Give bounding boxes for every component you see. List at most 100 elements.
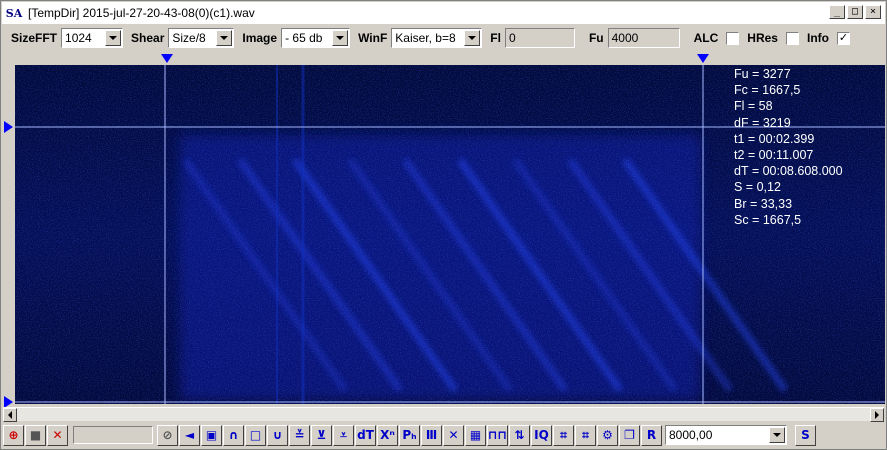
pulse-icon: ⊓⊓: [487, 428, 508, 442]
r-icon: R: [646, 428, 657, 442]
speaker-button[interactable]: ◄: [179, 424, 200, 446]
gear-button[interactable]: ⚙: [597, 424, 618, 446]
tool-buttons: ⊘ ◄ ▣ ∩ □ ∪ ≚ ⊻ ⩡ dT Xⁿ Pₕ Ⅲ ✕ ▦ ⊓⊓ ⇅ IQ ⌗ ⌗ ⚙ ❐ R: [157, 424, 663, 446]
time-ruler[interactable]: [15, 53, 885, 65]
info-line: dF = 3219: [734, 115, 791, 130]
horizontal-scrollbar[interactable]: [3, 407, 884, 422]
pattern-b-button[interactable]: ⌗: [575, 424, 596, 446]
minimize-button[interactable]: _: [829, 5, 845, 19]
square-button[interactable]: □: [245, 424, 266, 446]
marker-c-icon: ⩡: [340, 428, 347, 442]
fu-marker[interactable]: [4, 121, 13, 133]
frame-icon: ▣: [205, 428, 218, 442]
gear-icon: ⚙: [602, 428, 613, 442]
marker-b-button[interactable]: ⊻: [311, 424, 332, 446]
marker-c-button[interactable]: ⩡: [333, 424, 354, 446]
info-line: Sc = 1667,5: [734, 212, 802, 227]
dt-icon: dT: [357, 428, 374, 442]
iq-button[interactable]: IQ: [531, 424, 552, 446]
info-line: Fu = 3277: [734, 67, 791, 81]
app-window: SA [TempDir] 2015-jul-27-20-43-08(0)(c1)…: [0, 0, 887, 450]
info-checkbox[interactable]: ✓: [836, 31, 850, 45]
pulse-button[interactable]: ⊓⊓: [487, 424, 508, 446]
cross-button[interactable]: ✕: [443, 424, 464, 446]
chevron-down-icon[interactable]: [769, 427, 785, 443]
r-button[interactable]: R: [641, 424, 662, 446]
pattern-b-icon: ⌗: [582, 428, 589, 442]
ph-button[interactable]: Pₕ: [399, 424, 420, 446]
chevron-down-icon[interactable]: [332, 30, 349, 46]
window-title: [TempDir] 2015-jul-27-20-43-08(0)(c1).wa…: [28, 6, 255, 20]
chevron-down-icon[interactable]: [464, 30, 481, 46]
updown-icon: ⇅: [514, 428, 525, 442]
delete-button[interactable]: ✕: [47, 424, 68, 446]
info-line: t2 = 00:11.007: [734, 148, 814, 163]
stop-icon: ⊘: [162, 428, 173, 442]
alc-checkbox[interactable]: [726, 31, 740, 45]
close-button[interactable]: ×: [865, 5, 881, 19]
chevron-down-icon[interactable]: [105, 30, 122, 46]
arc-icon: ∩: [228, 428, 239, 442]
fu-field[interactable]: 4000: [607, 28, 680, 48]
info-line: dT = 00:08.608.000: [734, 164, 843, 179]
marker-a-button[interactable]: ≚: [289, 424, 310, 446]
spectrogram-canvas[interactable]: Fu = 3277 Fc = 1667,5 Fl = 58 dF = 3219 …: [15, 65, 885, 404]
rate-select[interactable]: 8000,00: [665, 425, 787, 445]
app-logo-icon: SA: [5, 6, 23, 20]
title-bar[interactable]: SA [TempDir] 2015-jul-27-20-43-08(0)(c1)…: [2, 2, 885, 24]
frame-button[interactable]: ▣: [201, 424, 222, 446]
info-line: Fc = 1667,5: [734, 83, 801, 98]
shear-value: Size/8: [172, 31, 206, 45]
image-select[interactable]: - 65 db: [281, 28, 351, 48]
s-button[interactable]: S: [795, 424, 816, 446]
controls-toolbar: SizeFFT 1024 Shear Size/8 Image - 65 db …: [3, 26, 884, 50]
shear-label: Shear: [131, 31, 165, 45]
cup-button[interactable]: ∪: [267, 424, 288, 446]
hres-label: HRes: [747, 31, 778, 45]
cross-icon: ✕: [448, 428, 459, 442]
camera-button[interactable]: ■: [25, 424, 46, 446]
rate-value: 8000,00: [669, 428, 713, 442]
pattern-a-icon: ⌗: [560, 428, 567, 442]
pattern-a-button[interactable]: ⌗: [553, 424, 574, 446]
winf-value: Kaiser, b=8: [395, 31, 456, 45]
grid-button[interactable]: ▦: [465, 424, 486, 446]
maximize-button[interactable]: □: [847, 5, 863, 19]
sizefft-value: 1024: [65, 31, 92, 45]
t1-marker[interactable]: [161, 54, 173, 63]
xn-button[interactable]: Xⁿ: [377, 424, 398, 446]
frequency-ruler[interactable]: [3, 65, 15, 408]
dt-button[interactable]: dT: [355, 424, 376, 446]
image-value: - 65 db: [285, 31, 323, 45]
marker-a-icon: ≚: [294, 428, 305, 442]
chevron-down-icon[interactable]: [216, 30, 233, 46]
fl-label: Fl: [490, 31, 501, 45]
info-line: Fl = 58: [734, 99, 773, 114]
chevron-left-icon: [8, 411, 12, 419]
copy-button[interactable]: ❐: [619, 424, 640, 446]
info-line: t1 = 00:02.399: [734, 131, 815, 146]
info-line: S = 0,12: [734, 180, 781, 195]
info-label: Info: [806, 31, 829, 45]
fu-label: Fu: [588, 31, 604, 45]
shear-select[interactable]: Size/8: [168, 28, 235, 48]
fl-field[interactable]: 0: [504, 28, 575, 48]
hres-checkbox[interactable]: [785, 31, 799, 45]
cup-icon: ∪: [272, 428, 283, 442]
scroll-right-button[interactable]: [870, 408, 884, 422]
arc-button[interactable]: ∩: [223, 424, 244, 446]
zoom-button[interactable]: ⊕: [3, 424, 24, 446]
camera-icon: ■: [29, 428, 42, 442]
t2-marker[interactable]: [697, 54, 709, 63]
xn-icon: Xⁿ: [380, 428, 395, 442]
info-line: Br = 33,33: [734, 196, 793, 211]
copy-icon: ❐: [624, 428, 635, 442]
bottom-toolbar: ⊕ ■ ✕ ⊘ ◄ ▣ ∩ □ ∪ ≚ ⊻ ⩡ dT Xⁿ Pₕ Ⅲ ✕ ▦ ⊓⊓ ⇅ IQ ⌗ ⌗ ⚙ ❐ R 8000,…: [3, 423, 884, 447]
stop-button[interactable]: ⊘: [157, 424, 178, 446]
scroll-left-button[interactable]: [3, 408, 17, 422]
updown-button[interactable]: ⇅: [509, 424, 530, 446]
sizefft-select[interactable]: 1024: [61, 28, 124, 48]
winf-select[interactable]: Kaiser, b=8: [391, 28, 483, 48]
alc-label: ALC: [693, 31, 719, 45]
comb-button[interactable]: Ⅲ: [421, 424, 442, 446]
